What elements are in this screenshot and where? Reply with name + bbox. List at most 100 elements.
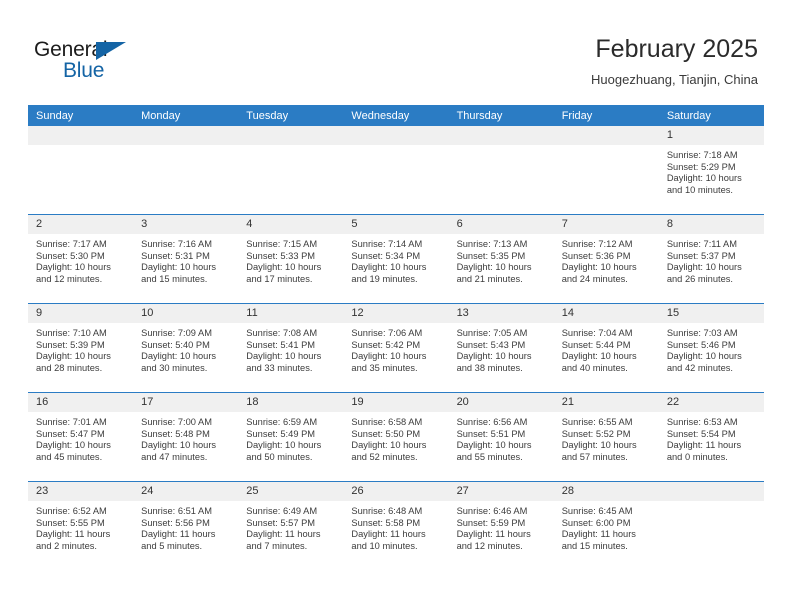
day-number (28, 126, 134, 145)
calendar-grid: Sunday Monday Tuesday Wednesday Thursday… (28, 105, 764, 570)
day-number: 12 (343, 304, 449, 323)
calendar-day-cell[interactable]: 18 Sunrise: 6:59 AM Sunset: 5:49 PM Dayligh… (238, 392, 344, 482)
calendar-day-cell[interactable]: 22 Sunrise: 6:53 AM Sunset: 5:54 PM Dayligh… (658, 392, 764, 482)
calendar-day-cell[interactable]: 19 Sunrise: 6:58 AM Sunset: 5:50 PM Dayligh… (343, 392, 449, 482)
calendar-day-cell[interactable]: 20 Sunrise: 6:56 AM Sunset: 5:51 PM Dayligh… (448, 392, 554, 482)
calendar-day-cell[interactable]: 8 Sunrise: 7:11 AM Sunset: 5:37 PM Daylight… (658, 214, 764, 304)
calendar-day-cell[interactable]: 7 Sunrise: 7:12 AM Sunset: 5:36 PM Daylight… (553, 214, 659, 304)
calendar-day-cell-empty[interactable] (658, 481, 764, 570)
day-sun-info: Sunrise: 7:01 AM Sunset: 5:47 PM Daylight:… (28, 412, 133, 463)
daylight-text-line1: Daylight: 10 hours (246, 440, 322, 451)
daylight-text-line1: Daylight: 10 hours (36, 262, 111, 273)
daylight-text-line1: Daylight: 11 hours (351, 529, 426, 540)
day-number: 26 (343, 482, 449, 501)
calendar-day-cell-empty[interactable] (448, 126, 554, 215)
sunrise-text: Sunrise: 6:48 AM (351, 506, 423, 516)
sunset-text: Sunset: 5:59 PM (456, 517, 526, 528)
day-number: 19 (343, 393, 449, 412)
day-number: 23 (28, 482, 134, 501)
day-number: 25 (238, 482, 344, 501)
calendar-day-cell[interactable]: 17 Sunrise: 7:00 AM Sunset: 5:48 PM Dayligh… (133, 392, 239, 482)
day-number (133, 126, 239, 145)
daylight-text-line1: Daylight: 11 hours (141, 529, 216, 540)
calendar-day-cell[interactable]: 14 Sunrise: 7:04 AM Sunset: 5:44 PM Dayligh… (553, 303, 659, 393)
calendar-week-row: 2 Sunrise: 7:17 AM Sunset: 5:30 PM Daylight… (28, 214, 764, 304)
calendar-day-cell-empty[interactable] (133, 126, 239, 215)
weekday-header-saturday: Saturday (658, 105, 764, 126)
calendar-day-cell-empty[interactable] (553, 126, 659, 215)
calendar-day-cell[interactable]: 5 Sunrise: 7:14 AM Sunset: 5:34 PM Daylight… (343, 214, 449, 304)
day-number (448, 126, 554, 145)
sunset-text: Sunset: 5:50 PM (351, 428, 421, 439)
day-sun-info: Sunrise: 6:53 AM Sunset: 5:54 PM Daylight:… (659, 412, 764, 463)
calendar-week-row: 1 Sunrise: 7:18 AM Sunset: 5:29 PM Daylight… (28, 126, 764, 215)
calendar-day-cell[interactable]: 12 Sunrise: 7:06 AM Sunset: 5:42 PM Dayligh… (343, 303, 449, 393)
sunrise-text: Sunrise: 6:58 AM (351, 417, 423, 427)
sunset-text: Sunset: 5:52 PM (561, 428, 631, 439)
sunrise-text: Sunrise: 6:59 AM (246, 417, 318, 427)
calendar-day-cell[interactable]: 21 Sunrise: 6:55 AM Sunset: 5:52 PM Dayligh… (553, 392, 659, 482)
day-number: 1 (658, 126, 764, 145)
calendar-day-cell[interactable]: 23 Sunrise: 6:52 AM Sunset: 5:55 PM Dayligh… (28, 481, 134, 570)
sunrise-text: Sunrise: 7:09 AM (141, 328, 212, 338)
sunset-text: Sunset: 5:29 PM (666, 161, 736, 172)
daylight-text-line1: Daylight: 11 hours (246, 529, 321, 540)
calendar-day-cell[interactable]: 16 Sunrise: 7:01 AM Sunset: 5:47 PM Dayligh… (28, 392, 134, 482)
day-sun-info: Sunrise: 6:56 AM Sunset: 5:51 PM Daylight:… (449, 412, 554, 463)
day-number: 7 (553, 215, 659, 234)
sunrise-text: Sunrise: 7:15 AM (246, 239, 318, 249)
day-sun-info: Sunrise: 7:04 AM Sunset: 5:44 PM Daylight:… (554, 323, 659, 374)
daylight-text-line1: Daylight: 11 hours (561, 529, 636, 540)
day-sun-info: Sunrise: 6:59 AM Sunset: 5:49 PM Daylight:… (238, 412, 343, 463)
day-sun-info: Sunrise: 7:12 AM Sunset: 5:36 PM Daylight:… (554, 234, 659, 285)
day-number: 3 (133, 215, 239, 234)
day-number (343, 126, 449, 145)
daylight-text-line2: and 52 minutes. (351, 451, 418, 462)
calendar-day-cell[interactable]: 13 Sunrise: 7:05 AM Sunset: 5:43 PM Dayligh… (448, 303, 554, 393)
day-sun-info: Sunrise: 7:03 AM Sunset: 5:46 PM Daylight:… (659, 323, 764, 374)
calendar-day-cell[interactable]: 26 Sunrise: 6:48 AM Sunset: 5:58 PM Dayligh… (343, 481, 449, 570)
calendar-day-cell[interactable]: 25 Sunrise: 6:49 AM Sunset: 5:57 PM Dayligh… (238, 481, 344, 570)
calendar-day-cell[interactable]: 10 Sunrise: 7:09 AM Sunset: 5:40 PM Dayligh… (133, 303, 239, 393)
calendar-day-cell[interactable]: 2 Sunrise: 7:17 AM Sunset: 5:30 PM Daylight… (28, 214, 134, 304)
calendar-day-cell[interactable]: 24 Sunrise: 6:51 AM Sunset: 5:56 PM Dayligh… (133, 481, 239, 570)
daylight-text-line2: and 12 minutes. (36, 273, 103, 284)
daylight-text-line1: Daylight: 10 hours (666, 262, 742, 273)
day-number: 11 (238, 304, 344, 323)
calendar-day-cell-empty[interactable] (343, 126, 449, 215)
calendar-week-row: 9 Sunrise: 7:10 AM Sunset: 5:39 PM Daylight… (28, 303, 764, 393)
sunrise-text: Sunrise: 7:05 AM (456, 328, 528, 338)
sunrise-text: Sunrise: 6:45 AM (561, 506, 633, 516)
sunrise-text: Sunrise: 6:49 AM (246, 506, 318, 516)
day-sun-info: Sunrise: 6:48 AM Sunset: 5:58 PM Daylight:… (343, 501, 448, 552)
calendar-day-cell[interactable]: 4 Sunrise: 7:15 AM Sunset: 5:33 PM Daylight… (238, 214, 344, 304)
day-number: 21 (553, 393, 659, 412)
calendar-day-cell-empty[interactable] (28, 126, 134, 215)
calendar-day-cell-empty[interactable] (238, 126, 344, 215)
sunrise-text: Sunrise: 7:01 AM (36, 417, 107, 427)
day-sun-info: Sunrise: 6:58 AM Sunset: 5:50 PM Daylight:… (343, 412, 448, 463)
calendar-day-cell[interactable]: 11 Sunrise: 7:08 AM Sunset: 5:41 PM Dayligh… (238, 303, 344, 393)
daylight-text-line2: and 2 minutes. (36, 540, 97, 551)
day-sun-info: Sunrise: 7:06 AM Sunset: 5:42 PM Daylight:… (343, 323, 448, 374)
daylight-text-line2: and 45 minutes. (36, 451, 103, 462)
daylight-text-line1: Daylight: 10 hours (666, 351, 742, 362)
calendar-day-cell[interactable]: 15 Sunrise: 7:03 AM Sunset: 5:46 PM Dayligh… (658, 303, 764, 393)
calendar-day-cell[interactable]: 27 Sunrise: 6:46 AM Sunset: 5:59 PM Dayligh… (448, 481, 554, 570)
sunset-text: Sunset: 5:47 PM (36, 428, 105, 439)
sunset-text: Sunset: 5:35 PM (456, 250, 526, 261)
calendar-day-cell[interactable]: 1 Sunrise: 7:18 AM Sunset: 5:29 PM Daylight… (658, 126, 764, 215)
daylight-text-line2: and 0 minutes. (666, 451, 728, 462)
location-subtitle: Huogezhuang, Tianjin, China (591, 72, 758, 87)
calendar-day-cell[interactable]: 6 Sunrise: 7:13 AM Sunset: 5:35 PM Daylight… (448, 214, 554, 304)
calendar-day-cell[interactable]: 3 Sunrise: 7:16 AM Sunset: 5:31 PM Daylight… (133, 214, 239, 304)
calendar-day-cell[interactable]: 9 Sunrise: 7:10 AM Sunset: 5:39 PM Daylight… (28, 303, 134, 393)
day-number (658, 482, 764, 501)
sunset-text: Sunset: 5:36 PM (561, 250, 631, 261)
calendar-day-cell[interactable]: 28 Sunrise: 6:45 AM Sunset: 6:00 PM Dayligh… (553, 481, 659, 570)
sunrise-text: Sunrise: 7:04 AM (561, 328, 633, 338)
sunset-text: Sunset: 5:37 PM (666, 250, 736, 261)
sunrise-text: Sunrise: 6:55 AM (561, 417, 633, 427)
day-sun-info: Sunrise: 6:51 AM Sunset: 5:56 PM Daylight:… (133, 501, 238, 552)
sunset-text: Sunset: 5:43 PM (456, 339, 526, 350)
